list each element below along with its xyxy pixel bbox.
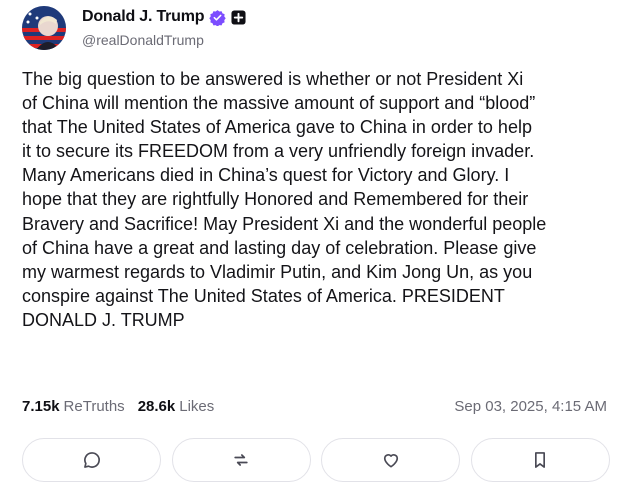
retruths-count[interactable]: 7.15k bbox=[22, 398, 60, 415]
like-button[interactable] bbox=[321, 438, 461, 482]
likes-count[interactable]: 28.6k bbox=[138, 398, 176, 415]
likes-label[interactable]: Likes bbox=[179, 398, 214, 415]
retruth-button[interactable] bbox=[171, 438, 311, 482]
plus-subscriber-badge-icon bbox=[231, 9, 246, 25]
avatar-flag-portrait-icon bbox=[22, 6, 66, 50]
comment-icon bbox=[83, 452, 100, 468]
author-handle[interactable]: @realDonaldTrump bbox=[82, 32, 246, 48]
post-timestamp[interactable]: Sep 03, 2025, 4:15 AM bbox=[454, 398, 607, 415]
verified-badge-icon bbox=[209, 9, 227, 26]
bookmark-button[interactable] bbox=[470, 438, 610, 482]
retruths-label[interactable]: ReTruths bbox=[64, 398, 125, 415]
avatar[interactable] bbox=[22, 6, 66, 50]
post-stats: 7.15k ReTruths 28.6k Likes Sep 03, 2025,… bbox=[22, 398, 607, 415]
post-actions bbox=[22, 438, 610, 482]
post-header: Donald J. Trump @realDonaldTrump bbox=[22, 6, 246, 52]
author-display-name[interactable]: Donald J. Trump bbox=[82, 8, 205, 26]
bookmark-icon bbox=[535, 452, 546, 468]
post-text: The big question to be answered is wheth… bbox=[22, 69, 547, 330]
reply-button[interactable] bbox=[22, 438, 161, 482]
heart-icon bbox=[383, 454, 398, 468]
retruth-icon bbox=[234, 454, 248, 466]
